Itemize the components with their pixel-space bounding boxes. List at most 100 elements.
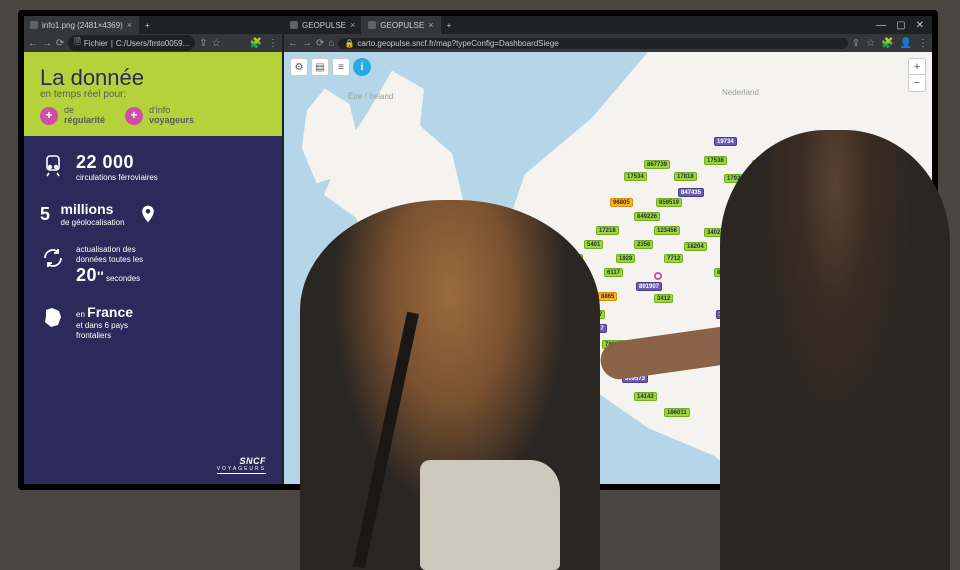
filter-button[interactable]: ≡ (332, 58, 350, 76)
url-field[interactable]: 🔒 carto.geopulse.sncf.fr/map?typeConfig=… (338, 38, 847, 49)
stat3-value: 20 (76, 265, 97, 285)
zoom-in-button[interactable]: + (909, 59, 925, 75)
stat2-label: de géolocalisation (61, 218, 125, 228)
new-tab-button[interactable]: + (139, 16, 156, 34)
left-window: info1.png (2481×4369) × + ← → ⟳ 🗎 Fichie… (24, 16, 282, 484)
close-tab-icon[interactable]: × (127, 20, 132, 30)
geopulse-favicon (290, 21, 298, 29)
close-tab-icon[interactable]: × (428, 20, 433, 30)
layers-button[interactable]: ▤ (311, 58, 329, 76)
train-tag[interactable]: 14143 (634, 392, 657, 401)
star-icon[interactable]: ☆ (212, 38, 221, 49)
stat3-quote: '' (97, 268, 104, 284)
url-text: carto.geopulse.sncf.fr/map?typeConfig=Da… (357, 39, 558, 48)
back-icon[interactable]: ← (288, 38, 298, 49)
train-tag[interactable]: 18204 (684, 242, 707, 251)
train-tag[interactable]: 859519 (656, 198, 682, 207)
train-tag[interactable]: 849226 (634, 212, 660, 221)
close-window-button[interactable]: ✕ (916, 20, 924, 31)
sncf-logo: SNCF VOYAGEURS (217, 456, 266, 474)
share-icon[interactable]: ⇪ (199, 38, 207, 49)
train-tag[interactable]: 7712 (664, 254, 683, 263)
url-field[interactable]: 🗎 Fichier | C:/Users/fmto0059... (68, 35, 195, 51)
alert-dot[interactable] (654, 272, 662, 280)
train-tag[interactable]: 17538 (704, 156, 727, 165)
maximize-button[interactable]: ▢ (896, 20, 905, 31)
stat3-line1: actualisation des (76, 245, 143, 255)
plus-icon: + (125, 107, 143, 125)
train-tag[interactable]: 2356 (634, 240, 653, 249)
settings-button[interactable]: ⚙ (290, 58, 308, 76)
info-button[interactable]: i (353, 58, 371, 76)
url-text: C:/Users/fmto0059... (116, 39, 189, 48)
stat3-line2: données toutes les (76, 255, 143, 265)
plus-icon: + (40, 107, 58, 125)
refresh-icon (40, 245, 66, 271)
forward-icon[interactable]: → (42, 38, 52, 49)
train-tag[interactable]: 6117 (604, 268, 623, 277)
tab-title: info1.png (2481×4369) (42, 21, 123, 30)
minimize-button[interactable]: — (876, 20, 886, 31)
stat1-label: circulations férroviaires (76, 173, 158, 183)
bag (420, 460, 560, 570)
plus2-bottom: voyageurs (149, 115, 194, 125)
plus2-top: d'info (149, 105, 170, 115)
train-tag[interactable]: 17534 (624, 172, 647, 181)
reload-icon[interactable]: ⟳ (316, 38, 324, 49)
train-tag[interactable]: 17818 (674, 172, 697, 181)
zoom-out-button[interactable]: − (909, 75, 925, 91)
plus-info-voyageurs: + d'infovoyageurs (125, 106, 194, 126)
geopulse-favicon (368, 21, 376, 29)
brand: SNCF (240, 456, 267, 466)
stat-refresh: actualisation des données toutes les 20'… (40, 245, 266, 286)
new-tab-button[interactable]: + (441, 16, 458, 34)
stat4-sub1: et dans 6 pays (76, 321, 133, 331)
plus-regularite: + derégularité (40, 106, 105, 126)
home-icon[interactable]: ⌂ (328, 38, 334, 49)
image-favicon (30, 21, 38, 29)
tab-title: GEOPULSE (380, 21, 424, 30)
tab-geopulse-2[interactable]: GEOPULSE × (362, 16, 440, 34)
right-titlebar: GEOPULSE × GEOPULSE × + — ▢ ✕ (284, 16, 932, 34)
profile-icon[interactable]: 👤 (900, 38, 912, 49)
reload-icon[interactable]: ⟳ (56, 38, 64, 49)
headline: La donnée (40, 66, 266, 89)
train-tag[interactable]: 5401 (584, 240, 603, 249)
train-tag[interactable]: 123456 (654, 226, 680, 235)
plus1-top: de (64, 105, 74, 115)
menu-icon[interactable]: ⋮ (268, 38, 278, 49)
subhead: en temps réel pour: (40, 89, 266, 100)
train-tag[interactable]: 891907 (636, 282, 662, 291)
train-tag[interactable]: 96805 (610, 198, 633, 207)
extensions-icon[interactable]: 🧩 (250, 38, 262, 49)
train-tag[interactable]: 3412 (654, 294, 673, 303)
train-tag[interactable]: 17218 (596, 226, 619, 235)
france-icon (40, 304, 66, 330)
train-tag[interactable]: 1928 (616, 254, 635, 263)
back-icon[interactable]: ← (28, 38, 38, 49)
right-addressbar: ← → ⟳ ⌂ 🔒 carto.geopulse.sncf.fr/map?typ… (284, 34, 932, 52)
plus1-bottom: régularité (64, 115, 105, 125)
tab-image-file[interactable]: info1.png (2481×4369) × (24, 16, 139, 34)
star-icon[interactable]: ☆ (866, 38, 875, 49)
train-tag[interactable]: 847435 (678, 188, 704, 197)
file-icon: 🗎 (74, 36, 80, 50)
train-tag[interactable]: 867739 (644, 160, 670, 169)
share-icon[interactable]: ⇪ (852, 38, 860, 49)
stat1-value: 22 000 (76, 152, 158, 174)
stat2-value: 5 (40, 204, 51, 225)
person-foreground-2 (720, 130, 950, 570)
zoom-control: + − (908, 58, 926, 92)
train-tag[interactable]: 186011 (664, 408, 690, 417)
stat-circulations: 22 000 circulations férroviaires (40, 152, 266, 183)
label-nederland: Nederland (722, 88, 759, 97)
extensions-icon[interactable]: 🧩 (881, 38, 893, 49)
label-ireland: Éire / Ireland (348, 92, 393, 101)
menu-icon[interactable]: ⋮ (918, 38, 928, 49)
pin-icon (135, 201, 161, 227)
forward-icon[interactable]: → (302, 38, 312, 49)
train-tag[interactable]: 8865 (598, 292, 617, 301)
train-tag[interactable]: 19734 (714, 137, 737, 146)
tab-geopulse-1[interactable]: GEOPULSE × (284, 16, 362, 34)
close-tab-icon[interactable]: × (350, 20, 355, 30)
